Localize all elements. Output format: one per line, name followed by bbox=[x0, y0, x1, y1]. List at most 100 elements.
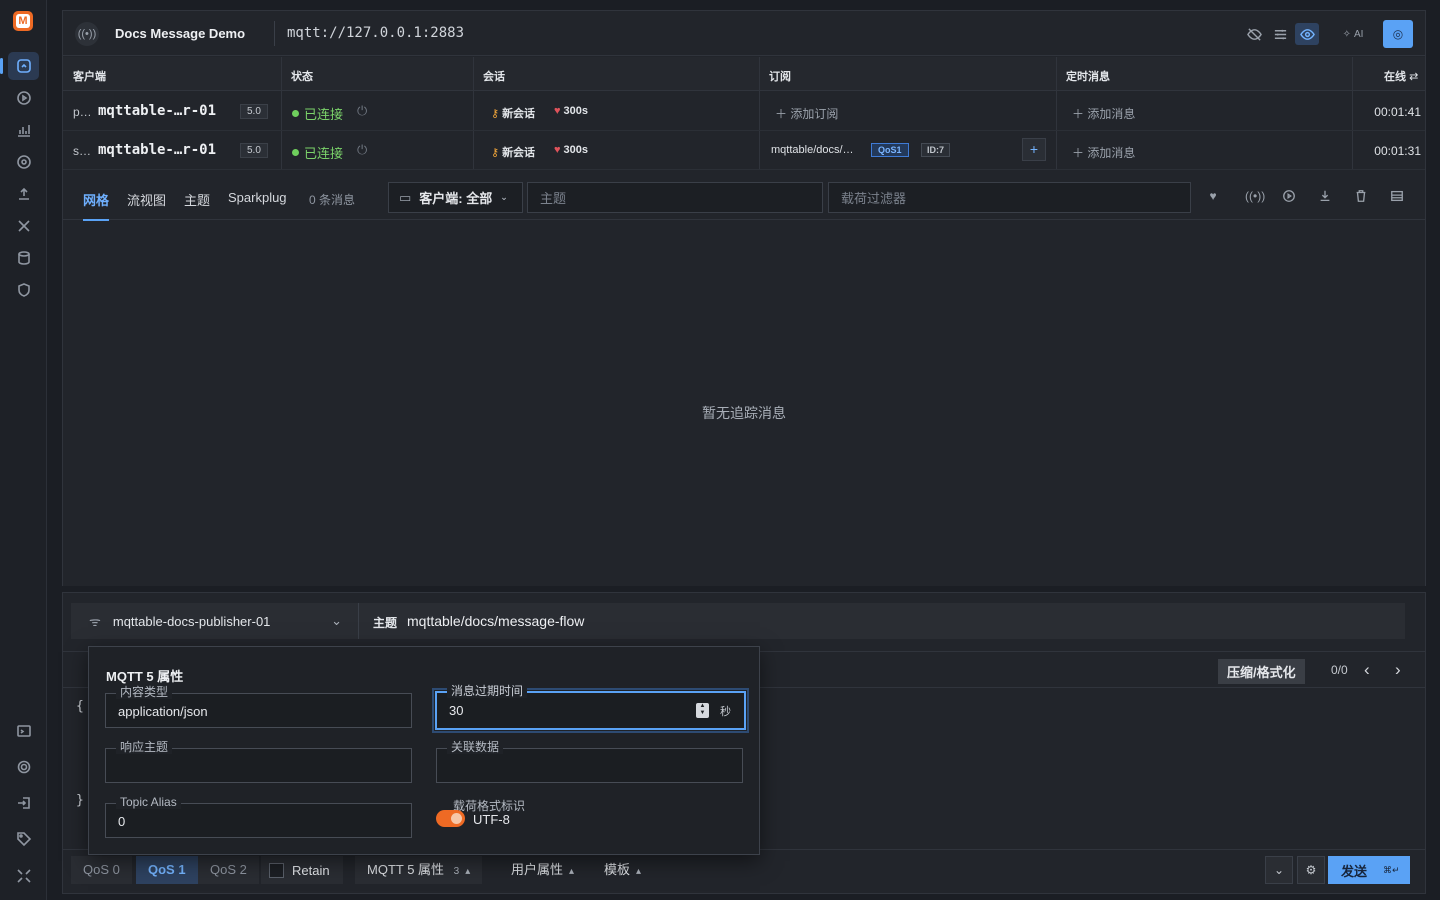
collapse-icon[interactable] bbox=[8, 862, 39, 890]
publish-topic-input[interactable]: mqttable/docs/message-flow bbox=[407, 613, 584, 629]
tab-topic[interactable]: 主题 bbox=[184, 190, 210, 209]
add-scheduled-message-button[interactable]: ＋ 添加消息 bbox=[1072, 105, 1135, 122]
connection-url: mqtt://127.0.0.1:2883 bbox=[287, 25, 465, 41]
payload-editor-close[interactable]: } bbox=[76, 793, 84, 808]
eye-icon[interactable] bbox=[1295, 23, 1319, 45]
header-subscription: 订阅 bbox=[769, 71, 791, 83]
sparkle-icon: ✧ bbox=[1342, 28, 1351, 40]
session-badge: ⚷ 新会话 bbox=[491, 147, 536, 159]
database-icon[interactable] bbox=[8, 244, 39, 272]
status-connected: 已连接 bbox=[292, 104, 343, 123]
chart-icon[interactable] bbox=[8, 116, 39, 144]
online-time: 00:01:31 bbox=[1374, 144, 1421, 158]
payload-filter-input[interactable]: 载荷过滤器 bbox=[828, 182, 1191, 213]
tab-grid[interactable]: 网格 bbox=[83, 190, 110, 221]
settings-gear-icon[interactable]: ⚙ bbox=[1297, 856, 1325, 884]
session-expiry: ♥ 300s bbox=[554, 105, 589, 117]
signal-icon: ((•)) bbox=[75, 22, 99, 46]
add-subscription-button[interactable]: ＋ 添加订阅 bbox=[775, 105, 838, 122]
topic-alias-field[interactable]: Topic Alias 0 bbox=[105, 795, 412, 838]
qos1-button[interactable]: QoS 1 bbox=[136, 856, 198, 884]
login-icon[interactable] bbox=[8, 789, 39, 817]
publish-header: ᯤ mqttable-docs-publisher-01 ⌄ 主题 mqttab… bbox=[71, 603, 1405, 639]
table-header: 客户端 状态 会话 订阅 定时消息 在线 ⇄ bbox=[63, 57, 1425, 91]
power-icon[interactable]: ⏻ bbox=[357, 103, 367, 119]
tag-icon[interactable] bbox=[8, 825, 39, 853]
client-filter-select[interactable]: ▭ 客户端: 全部 ⌄ bbox=[388, 182, 523, 213]
header-online: 在线 ⇄ bbox=[1384, 71, 1419, 83]
popup-title: MQTT 5 属性 bbox=[106, 669, 184, 684]
main-panel: ((•)) Docs Message Demo mqtt://127.0.0.1… bbox=[62, 10, 1426, 586]
message-expiry-field[interactable]: 消息过期时间 30 ▲ ▼ 秒 bbox=[432, 684, 749, 733]
payload-format-toggle[interactable] bbox=[436, 810, 465, 827]
correlation-data-field[interactable]: 关联数据 bbox=[436, 740, 743, 783]
content-type-field[interactable]: 内容类型 application/json bbox=[105, 685, 412, 728]
retain-checkbox[interactable]: Retain bbox=[261, 856, 343, 884]
add-scheduled-message-button[interactable]: ＋ 添加消息 bbox=[1072, 144, 1135, 161]
subscription-topic[interactable]: mqttable/docs/… bbox=[771, 144, 854, 156]
prev-arrow-icon[interactable]: ‹ bbox=[1364, 660, 1370, 680]
play-icon[interactable] bbox=[1281, 189, 1297, 205]
mqtt5-properties-popup: MQTT 5 属性 内容类型 application/json 消息过期时间 3… bbox=[88, 646, 760, 855]
response-topic-field[interactable]: 响应主题 bbox=[105, 740, 412, 783]
client-row-subscriber[interactable]: s… mqttable-…r-01 5.0 已连接 ⏻ ⚷ 新会话 ♥ 300s m… bbox=[63, 131, 1425, 170]
heart-icon: ♥ bbox=[554, 105, 561, 117]
header-scheduled: 定时消息 bbox=[1066, 71, 1110, 83]
session-expiry: ♥ 300s bbox=[554, 144, 589, 156]
mqtt5-properties-menu[interactable]: MQTT 5 属性 3 ▴ bbox=[355, 856, 483, 884]
chevron-down-icon: ⌄ bbox=[500, 192, 508, 202]
send-button[interactable]: 发送 ⌘↵ bbox=[1328, 856, 1410, 884]
broadcast-icon[interactable]: ((•)) bbox=[1245, 189, 1265, 205]
subscription-id-badge: ID:7 bbox=[921, 143, 951, 157]
status-connected: 已连接 bbox=[292, 143, 343, 162]
heart-filter-icon[interactable]: ♥ bbox=[1205, 189, 1221, 205]
online-time: 00:01:41 bbox=[1374, 105, 1421, 119]
table-view-icon[interactable] bbox=[1389, 189, 1405, 205]
topic-filter-input[interactable]: 主题 bbox=[527, 182, 823, 213]
connections-icon[interactable] bbox=[0, 52, 39, 80]
chevron-down-icon[interactable]: ⌄ bbox=[1265, 856, 1293, 884]
tools-icon[interactable] bbox=[8, 212, 39, 240]
next-arrow-icon[interactable]: › bbox=[1395, 660, 1401, 680]
qos0-button[interactable]: QoS 0 bbox=[71, 856, 132, 884]
qos2-button[interactable]: QoS 2 bbox=[198, 856, 259, 884]
format-button[interactable]: 压缩/格式化 bbox=[1218, 659, 1305, 684]
tab-flow[interactable]: 流视图 bbox=[127, 190, 166, 209]
template-menu[interactable]: 模板 ▴ bbox=[592, 856, 653, 884]
sliders-icon[interactable] bbox=[1268, 23, 1292, 45]
download-icon[interactable] bbox=[1317, 189, 1333, 205]
terminal-icon[interactable] bbox=[8, 717, 39, 745]
connection-name: Docs Message Demo bbox=[115, 26, 246, 41]
play-icon[interactable] bbox=[8, 84, 39, 112]
shield-icon[interactable] bbox=[8, 276, 39, 304]
client-name: mqttable-…r-01 bbox=[98, 103, 217, 119]
clients-table: 客户端 状态 会话 订阅 定时消息 在线 ⇄ p… mqttable-…r-01… bbox=[63, 57, 1425, 170]
add-subscription-plus-button[interactable]: + bbox=[1022, 138, 1046, 161]
ai-button[interactable]: ✧ AI bbox=[1335, 23, 1371, 45]
topic-label: 主题 bbox=[373, 616, 398, 630]
devices-icon: ▭ bbox=[399, 189, 412, 205]
settings-gear-icon[interactable] bbox=[8, 753, 39, 781]
heart-icon: ♥ bbox=[554, 144, 561, 156]
client-row-publisher[interactable]: p… mqttable-…r-01 5.0 已连接 ⏻ ⚷ 新会话 ♥ 300s ＋… bbox=[63, 92, 1425, 131]
message-toolbar: 网格 流视图 主题 Sparkplug 0 条消息 ▭ 客户端: 全部 ⌄ 主题… bbox=[63, 179, 1425, 221]
subscription-qos-badge: QoS1 bbox=[871, 143, 909, 157]
message-grid: 暂无追踪消息 bbox=[63, 221, 1425, 586]
trash-icon[interactable] bbox=[1353, 189, 1369, 205]
connection-header: ((•)) Docs Message Demo mqtt://127.0.0.1… bbox=[63, 11, 1425, 56]
header-session: 会话 bbox=[483, 71, 505, 83]
target-icon[interactable]: ◎ bbox=[1383, 20, 1413, 48]
hide-icon[interactable] bbox=[1242, 23, 1266, 45]
publisher-client-select[interactable]: ᯤ mqttable-docs-publisher-01 ⌄ bbox=[71, 603, 359, 639]
upload-icon[interactable] bbox=[8, 180, 39, 208]
search-count: 0/0 bbox=[1331, 663, 1348, 677]
broker-icon[interactable] bbox=[8, 148, 39, 176]
protocol-version-badge: 5.0 bbox=[240, 143, 268, 158]
user-properties-menu[interactable]: 用户属性 ▴ bbox=[499, 856, 586, 884]
chevron-down-icon: ⌄ bbox=[331, 613, 342, 628]
power-icon[interactable]: ⏻ bbox=[357, 142, 367, 158]
payload-editor-open[interactable]: { bbox=[76, 699, 84, 714]
client-name: mqttable-…r-01 bbox=[98, 142, 217, 158]
payload-format-value: UTF-8 bbox=[473, 812, 510, 827]
tab-sparkplug[interactable]: Sparkplug bbox=[228, 190, 287, 205]
